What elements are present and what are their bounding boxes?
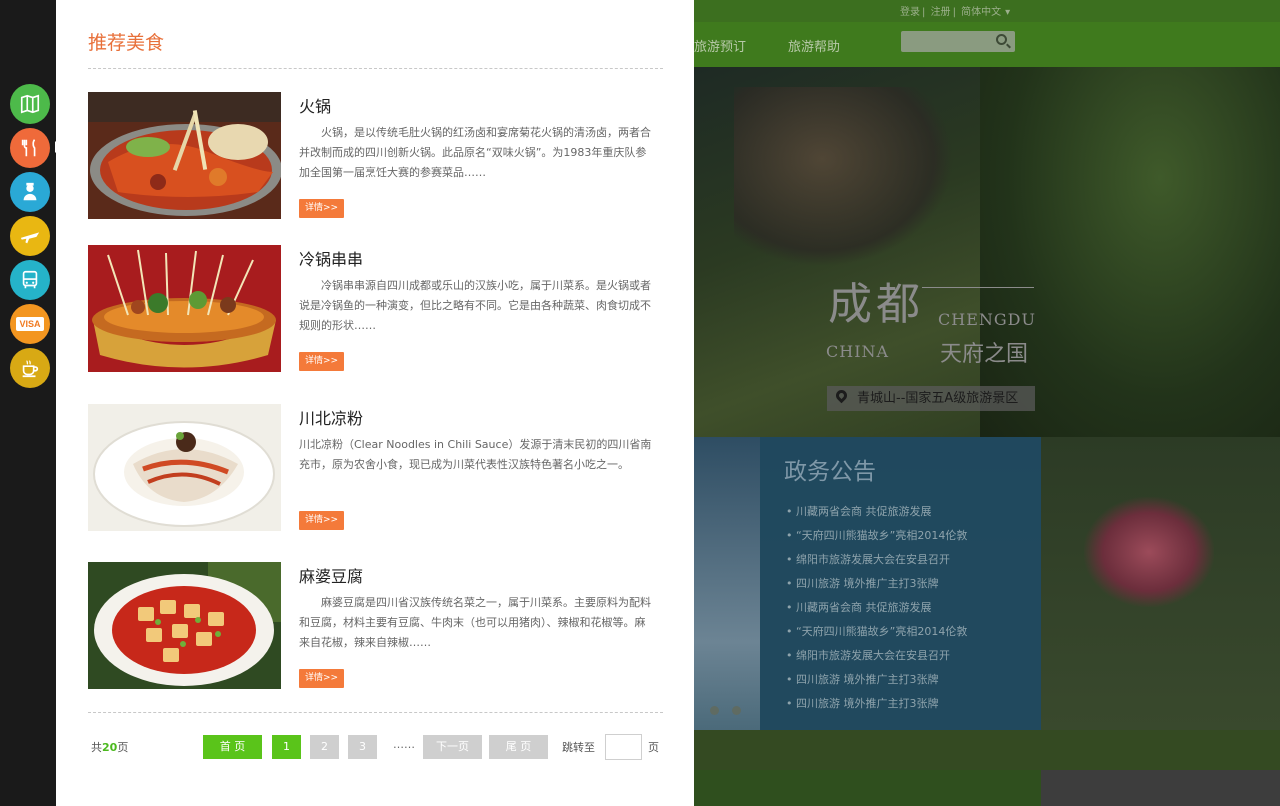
skewers-image xyxy=(88,245,281,372)
food-name: 火锅 xyxy=(299,97,332,116)
details-button[interactable]: 详情>> xyxy=(299,511,344,530)
food-description: 麻婆豆腐是四川省汉族传统名菜之一，属于川菜系。主要原料为配料和豆腐，材料主要有豆… xyxy=(299,596,651,649)
flower-image xyxy=(1084,497,1214,607)
carousel-dot[interactable] xyxy=(710,706,719,715)
first-page-button[interactable]: 首 页 xyxy=(203,735,262,759)
food-item: 冷锅串串 冷锅串串源自四川成都或乐山的汉族小吃，属于川菜系。是火锅或者说是冷锅鱼… xyxy=(88,245,663,373)
map-guide-icon[interactable] xyxy=(10,84,50,124)
coffee-cup-icon[interactable] xyxy=(10,348,50,388)
notice-item[interactable]: • 川藏两省会商 共促旅游发展 xyxy=(786,596,967,620)
footer-green-block xyxy=(694,770,1041,806)
bus-glyph xyxy=(22,270,38,289)
top-links: 登录 | 注册 | 简体中文 ▾ xyxy=(900,7,1011,18)
coffee-glyph xyxy=(22,360,39,378)
food-name: 麻婆豆腐 xyxy=(299,567,364,586)
mapo-tofu-image xyxy=(88,562,281,689)
details-button[interactable]: 详情>> xyxy=(299,199,344,218)
airplane-icon[interactable] xyxy=(10,216,50,256)
page-ellipsis: …… xyxy=(393,738,415,751)
notice-item[interactable]: • 川藏两省会商 共促旅游发展 xyxy=(786,500,967,524)
tour-guide-person-icon[interactable] xyxy=(10,172,50,212)
food-name: 川北凉粉 xyxy=(299,409,364,428)
total-suffix: 页 xyxy=(117,741,129,754)
food-fork-knife-icon[interactable] xyxy=(10,128,50,168)
noodles-photo[interactable] xyxy=(88,404,281,531)
notice-item[interactable]: • 四川旅游 境外推广主打3张牌 xyxy=(786,692,967,716)
food-item: 川北凉粉 川北凉粉（Clear Noodles in Chili Sauce）发… xyxy=(88,404,663,532)
last-page-button[interactable]: 尾 页 xyxy=(489,735,548,759)
food-description: 火锅，是以传统毛肚火锅的红汤卤和宴席菊花火锅的清汤卤，两者合并改制而成的四川创新… xyxy=(299,126,651,179)
nav-item-booking[interactable]: 旅游预订 xyxy=(694,36,746,55)
notice-title: 政务公告 xyxy=(784,459,876,485)
notice-item[interactable]: • 四川旅游 境外推广主打3张牌 xyxy=(786,668,967,692)
page-unit-label: 页 xyxy=(648,741,659,754)
chengdu-logo-text: 成都 xyxy=(828,279,924,330)
mapo-tofu-photo[interactable] xyxy=(88,562,281,689)
panel-title: 推荐美食 xyxy=(88,32,165,54)
visa-label: VISA xyxy=(16,317,44,331)
title-divider xyxy=(88,68,663,69)
search-input[interactable] xyxy=(901,31,1015,52)
jump-label: 跳转至 xyxy=(562,741,595,754)
language-select[interactable]: 简体中文 xyxy=(961,7,1001,18)
skewers-photo[interactable] xyxy=(88,245,281,372)
hotpot-photo[interactable] xyxy=(88,92,281,219)
pager-divider xyxy=(88,712,663,713)
total-pages: 共20页 xyxy=(91,739,128,755)
notice-list: • 川藏两省会商 共促旅游发展 • “天府四川熊猫故乡”亮相2014伦敦 • 绵… xyxy=(786,500,967,716)
chengdu-logo-en: CHENGDU xyxy=(938,310,1036,329)
jump-page-input[interactable] xyxy=(605,734,642,760)
logo-rule xyxy=(922,287,1034,288)
food-description: 冷锅串串源自四川成都或乐山的汉族小吃，属于川菜系。是火锅或者说是冷锅鱼的一种演变… xyxy=(299,279,651,332)
chevron-down-icon: ▾ xyxy=(1005,7,1011,18)
airplane-glyph xyxy=(20,232,40,244)
tree-foliage-image xyxy=(980,67,1280,437)
food-item: 麻婆豆腐 麻婆豆腐是四川省汉族传统名菜之一，属于川菜系。主要原料为配料和豆腐，材… xyxy=(88,562,663,690)
register-link[interactable]: 注册 xyxy=(931,7,951,18)
nav-item-help[interactable]: 旅游帮助 xyxy=(788,36,840,55)
page-3-button[interactable]: 3 xyxy=(348,735,377,759)
total-prefix: 共 xyxy=(91,741,102,754)
details-button[interactable]: 详情>> xyxy=(299,669,344,688)
search-icon[interactable] xyxy=(996,34,1007,45)
banner-footer-strip xyxy=(694,730,1280,770)
noodles-image xyxy=(88,404,281,531)
location-pin-icon xyxy=(833,387,850,404)
page-2-button[interactable]: 2 xyxy=(310,735,339,759)
location-caption: 青城山--国家五A级旅游景区 xyxy=(827,386,1035,411)
food-description: 川北凉粉（Clear Noodles in Chili Sauce）发源于清末民… xyxy=(299,438,652,471)
notice-item[interactable]: • 四川旅游 境外推广主打3张牌 xyxy=(786,572,967,596)
temple-roof-image xyxy=(734,87,954,267)
logo-motto: 天府之国 xyxy=(940,342,1029,367)
china-logo-text: CHINA xyxy=(826,342,890,361)
pagination: 共20页 首 页 1 2 3 …… 下一页 尾 页 跳转至 页 xyxy=(91,734,666,760)
page-1-button[interactable]: 1 xyxy=(272,735,301,759)
scenery-image xyxy=(694,437,760,730)
fork-knife-glyph xyxy=(21,139,36,157)
food-item: 火锅 火锅，是以传统毛肚火锅的红汤卤和宴席菊花火锅的清汤卤，两者合并改制而成的四… xyxy=(88,92,663,220)
food-name: 冷锅串串 xyxy=(299,250,364,269)
lower-banner xyxy=(694,437,1280,770)
location-text: 青城山--国家五A级旅游景区 xyxy=(857,391,1019,406)
hotpot-image xyxy=(88,92,281,219)
hero-image xyxy=(694,67,1280,437)
notice-item[interactable]: • 绵阳市旅游发展大会在安县召开 xyxy=(786,644,967,668)
login-link[interactable]: 登录 xyxy=(900,7,920,18)
details-button[interactable]: 详情>> xyxy=(299,352,344,371)
notice-item[interactable]: • “天府四川熊猫故乡”亮相2014伦敦 xyxy=(786,620,967,644)
carousel-dots xyxy=(710,700,754,719)
side-icon-rail: VISA xyxy=(0,0,61,806)
map-glyph xyxy=(20,94,40,114)
food-panel: 推荐美食 火锅 火锅，是以传统毛肚火锅的红汤卤和宴席菊花火锅的清汤卤，两者合并改… xyxy=(56,0,694,806)
bus-icon[interactable] xyxy=(10,260,50,300)
notice-item[interactable]: • “天府四川熊猫故乡”亮相2014伦敦 xyxy=(786,524,967,548)
carousel-dot[interactable] xyxy=(732,706,741,715)
visa-card-icon[interactable]: VISA xyxy=(10,304,50,344)
total-count: 20 xyxy=(102,741,118,754)
person-glyph xyxy=(23,182,37,201)
next-page-button[interactable]: 下一页 xyxy=(423,735,482,759)
notice-item[interactable]: • 绵阳市旅游发展大会在安县召开 xyxy=(786,548,967,572)
